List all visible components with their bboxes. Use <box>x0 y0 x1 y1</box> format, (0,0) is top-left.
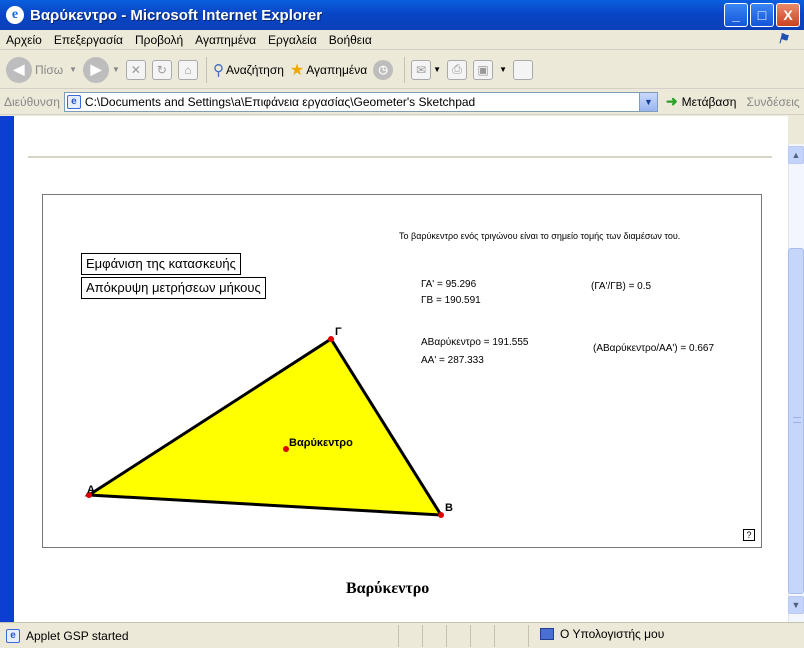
status-panel <box>528 625 529 647</box>
edit-button[interactable]: ▣ ▼ <box>473 59 507 80</box>
address-url: C:\Documents and Settings\a\Επιφάνεια ερ… <box>84 94 476 109</box>
description-text: Το βαρύκεντρο ενός τριγώνου είναι το σημ… <box>399 231 681 241</box>
links-label[interactable]: Συνδέσεις <box>746 95 799 109</box>
address-input[interactable]: e C:\Documents and Settings\a\Επιφάνεια … <box>63 91 658 112</box>
triangle <box>84 336 444 517</box>
gsp-applet[interactable]: Α Γ Β Βαρύκεντρο Το βαρύκεντρο ενός τριγ… <box>42 194 762 548</box>
menu-edit[interactable]: Επεξεργασία <box>48 33 129 47</box>
home-button[interactable]: ⌂ <box>177 59 198 80</box>
favorites-star-icon: ★ <box>289 61 305 79</box>
status-panel <box>470 625 471 647</box>
toolbar: ◀ Πίσω ▼ ▶ ▼ ✕ ↻ ⌂ ⚲ Αναζήτηση ★ Αγαπημέ… <box>0 51 804 89</box>
status-panel <box>446 625 447 647</box>
measure-ratio1: (ΓΑ'/ΓΒ) = 0.5 <box>591 281 652 292</box>
measure-aa-prime: ΑΑ' = 287.333 <box>421 355 484 366</box>
toolbar-separator <box>404 56 406 83</box>
label-a: Α <box>87 484 95 496</box>
hide-measurements-button[interactable]: Απόκρυψη μετρήσεων μήκους <box>81 277 266 299</box>
measure-ratio2: (ΑΒαρύκεντρο/ΑΑ') = 0.667 <box>593 343 715 354</box>
history-icon: ◷ <box>373 59 394 80</box>
print-icon: ⎙ <box>447 59 468 80</box>
mail-dropdown-icon: ▼ <box>433 65 442 74</box>
back-button[interactable]: ◀ Πίσω ▼ <box>6 56 78 83</box>
address-label: Διεύθυνση <box>4 94 60 109</box>
status-bar: e Applet GSP started Ο Υπολογιστής μου <box>0 622 804 648</box>
toolbar-separator <box>205 56 207 83</box>
scroll-thumb[interactable] <box>788 248 804 594</box>
scroll-grip-icon <box>793 417 801 423</box>
title-bar: e Βαρύκεντρο - Microsoft Internet Explor… <box>0 0 804 30</box>
home-icon: ⌂ <box>177 59 198 80</box>
ie-icon: e <box>6 6 24 24</box>
print-button[interactable]: ⎙ <box>447 59 468 80</box>
status-page-icon: e <box>6 628 20 643</box>
label-b: Β <box>445 502 453 514</box>
windows-logo-icon: ⚑ <box>777 31 789 46</box>
geometry-canvas: Α Γ Β Βαρύκεντρο <box>84 326 453 518</box>
discuss-button[interactable] <box>513 59 533 80</box>
edit-dropdown-icon: ▼ <box>499 65 507 74</box>
favorites-label: Αγαπημένα <box>306 62 368 77</box>
zone-label: Ο Υπολογιστής μου <box>560 627 665 641</box>
scroll-down-icon[interactable]: ▼ <box>788 596 804 614</box>
menu-favorites[interactable]: Αγαπημένα <box>189 33 262 47</box>
page-icon: e <box>66 94 81 109</box>
menu-file[interactable]: Αρχείο <box>0 33 48 47</box>
help-button[interactable]: ? <box>743 529 755 541</box>
address-bar: Διεύθυνση e C:\Documents and Settings\a\… <box>0 89 804 115</box>
back-arrow-icon: ◀ <box>6 56 32 83</box>
window-controls: _ □ X <box>724 3 800 27</box>
maximize-button[interactable]: □ <box>750 3 774 27</box>
page-heading: Βαρύκεντρο <box>346 580 430 597</box>
mail-button[interactable]: ✉ ▼ <box>411 59 442 80</box>
discuss-icon <box>513 59 533 80</box>
content-top <box>14 116 788 144</box>
horizontal-rule <box>28 156 772 158</box>
address-dropdown-icon[interactable]: ▼ <box>638 92 657 111</box>
label-g: Γ <box>335 326 342 338</box>
status-panel <box>398 625 399 647</box>
history-button[interactable]: ◷ <box>373 59 396 80</box>
menu-bar: Αρχείο Επεξεργασία Προβολή Αγαπημένα Εργ… <box>0 30 804 50</box>
menu-tools[interactable]: Εργαλεία <box>262 33 323 47</box>
measure-abary: ΑΒαρύκεντρο = 191.555 <box>421 337 529 348</box>
point-b[interactable] <box>438 512 444 518</box>
status-panel <box>494 625 495 647</box>
go-arrow-icon[interactable]: ➜ <box>666 93 678 110</box>
computer-icon <box>540 628 554 640</box>
close-button[interactable]: X <box>776 3 800 27</box>
measure-ga-prime: ΓΑ' = 95.296 <box>421 279 477 290</box>
measure-gb: ΓΒ = 190.591 <box>421 295 481 306</box>
status-text: Applet GSP started <box>26 628 129 643</box>
point-g[interactable] <box>328 336 334 342</box>
back-dropdown-icon: ▼ <box>69 65 78 74</box>
stop-icon: ✕ <box>125 59 146 80</box>
forward-button[interactable]: ▶ ▼ <box>83 56 120 83</box>
show-construction-button[interactable]: Εμφάνιση της κατασκευής <box>81 253 241 275</box>
search-label: Αναζήτηση <box>225 62 284 77</box>
search-icon: ⚲ <box>212 61 224 79</box>
menu-view[interactable]: Προβολή <box>129 33 189 47</box>
forward-arrow-icon: ▶ <box>83 56 110 83</box>
go-button[interactable]: Μετάβαση <box>682 95 737 109</box>
forward-dropdown-icon: ▼ <box>112 65 120 74</box>
menu-help[interactable]: Βοήθεια <box>323 33 378 47</box>
label-centroid: Βαρύκεντρο <box>289 437 353 449</box>
search-button[interactable]: ⚲ Αναζήτηση <box>213 61 284 79</box>
status-panel <box>422 625 423 647</box>
window-title: Βαρύκεντρο - Microsoft Internet Explorer <box>30 6 323 24</box>
refresh-button[interactable]: ↻ <box>151 59 172 80</box>
scroll-up-icon[interactable]: ▲ <box>788 146 804 164</box>
left-frame-border <box>0 116 14 622</box>
edit-icon: ▣ <box>473 59 494 80</box>
stop-button[interactable]: ✕ <box>125 59 146 80</box>
security-zone: Ο Υπολογιστής μου <box>540 627 664 641</box>
refresh-icon: ↻ <box>151 59 172 80</box>
favorites-button[interactable]: ★ Αγαπημένα <box>290 60 367 80</box>
minimize-button[interactable]: _ <box>724 3 748 27</box>
mail-icon: ✉ <box>411 59 432 80</box>
back-label: Πίσω <box>35 62 64 77</box>
